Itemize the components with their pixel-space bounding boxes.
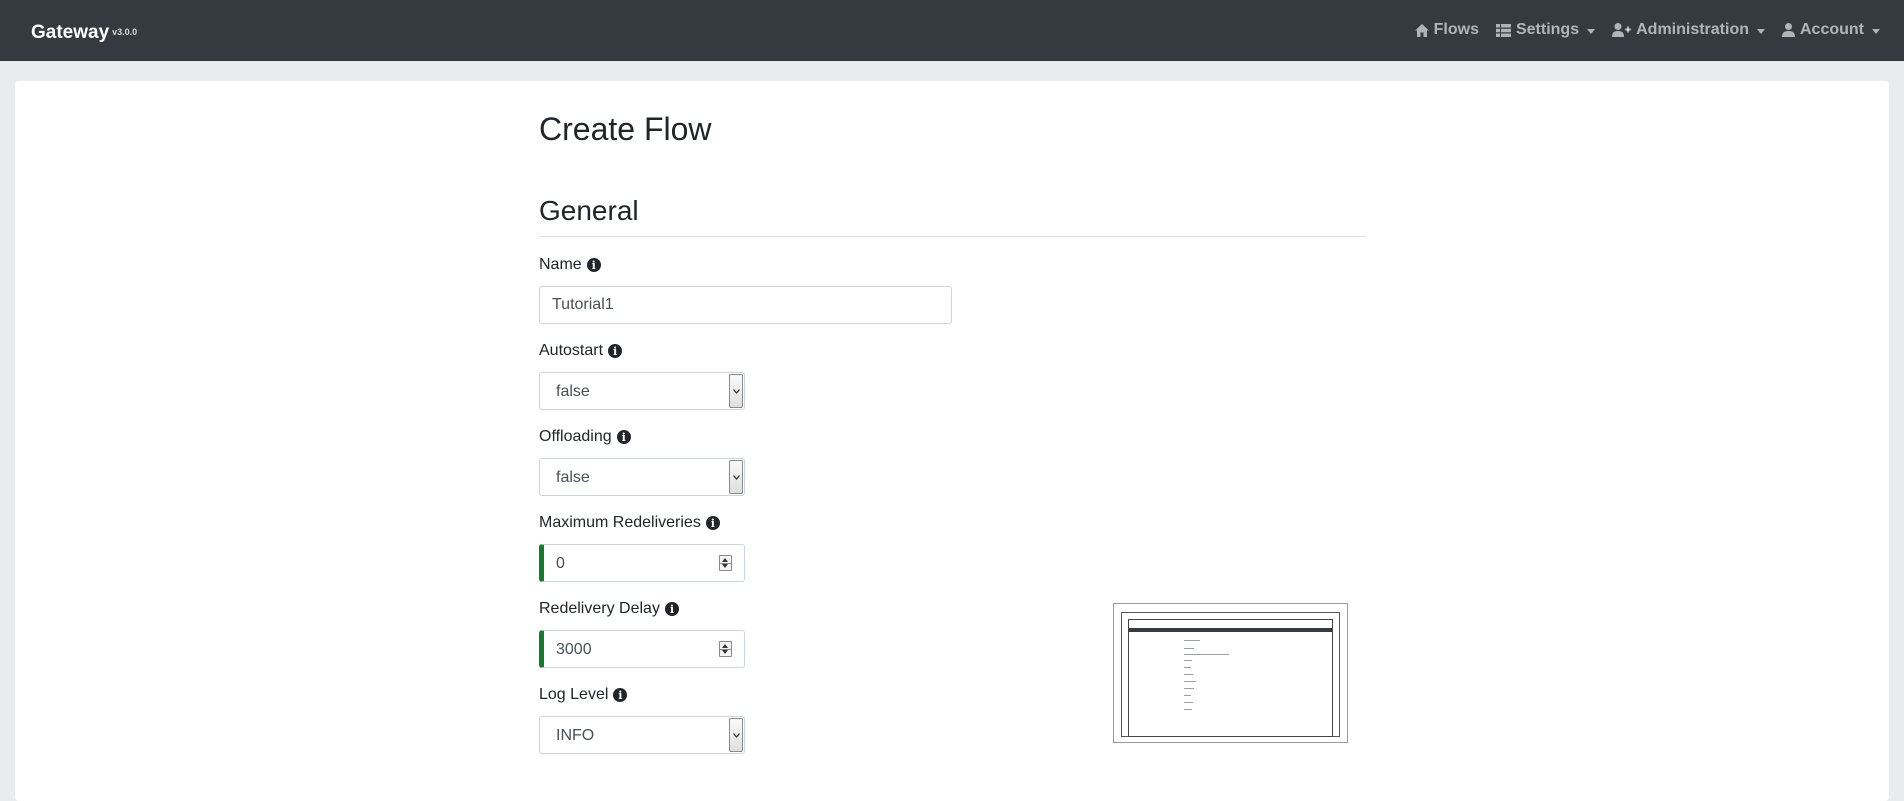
number-spinner[interactable] — [719, 555, 732, 571]
name-label-text: Name — [539, 256, 582, 273]
user-icon — [1782, 23, 1795, 37]
chevron-down-icon[interactable] — [729, 460, 743, 494]
page-title: Create Flow — [539, 111, 712, 147]
redelivery-delay-value: 3000 — [556, 641, 592, 658]
screenshot-thumbnail[interactable] — [1113, 603, 1348, 743]
max-redeliveries-value: 0 — [556, 555, 565, 572]
section-title: General — [539, 195, 639, 226]
redelivery-delay-input[interactable]: 3000 — [539, 630, 745, 668]
chevron-down-icon — [1757, 28, 1765, 34]
brand-name[interactable]: Gateway — [31, 22, 109, 43]
decrement-arrow-icon[interactable] — [722, 650, 728, 654]
increment-arrow-icon[interactable] — [722, 558, 728, 562]
autostart-select[interactable]: false — [539, 372, 745, 410]
nav-administration-label: Administration — [1636, 21, 1749, 38]
chevron-down-icon — [1872, 28, 1880, 34]
increment-arrow-icon[interactable] — [722, 644, 728, 648]
info-circle-icon[interactable]: i — [608, 344, 623, 358]
log-level-label-text: Log Level — [539, 686, 609, 703]
redelivery-delay-label-text: Redelivery Delay — [539, 600, 660, 617]
offloading-label: Offloading i — [539, 428, 631, 446]
log-level-select[interactable]: INFO — [539, 716, 745, 754]
table-list-icon — [1495, 23, 1511, 37]
info-circle-icon[interactable]: i — [613, 688, 628, 702]
info-circle-icon[interactable]: i — [664, 602, 679, 616]
nav-settings-label: Settings — [1515, 21, 1580, 38]
thumbnail-image — [1128, 619, 1333, 737]
nav-account[interactable]: Account — [1782, 21, 1880, 39]
redelivery-delay-label: Redelivery Delay i — [539, 600, 679, 618]
autostart-label: Autostart i — [539, 342, 623, 360]
autostart-value: false — [556, 383, 590, 400]
offloading-select[interactable]: false — [539, 458, 745, 496]
section-divider — [539, 236, 1366, 237]
brand[interactable]: Gateway v3.0.0 — [31, 22, 137, 44]
log-level-label: Log Level i — [539, 686, 628, 704]
home-icon — [1414, 23, 1429, 37]
offloading-label-text: Offloading — [539, 428, 612, 445]
thumbnail-frame — [1121, 612, 1340, 737]
max-redeliveries-input[interactable]: 0 — [539, 544, 745, 582]
name-label: Name i — [539, 256, 601, 274]
nav-flows[interactable]: Flows — [1414, 21, 1479, 39]
max-redeliveries-label-text: Maximum Redeliveries — [539, 514, 701, 531]
info-circle-icon[interactable]: i — [705, 516, 720, 530]
user-plus-icon — [1612, 23, 1632, 37]
autostart-label-text: Autostart — [539, 342, 604, 359]
nav-account-label: Account — [1800, 21, 1864, 38]
info-circle-icon[interactable]: i — [616, 430, 631, 444]
log-level-value: INFO — [556, 727, 595, 744]
number-spinner[interactable] — [719, 641, 732, 657]
nav-menu: Flows Settings Administration Account — [1414, 21, 1880, 39]
decrement-arrow-icon[interactable] — [722, 564, 728, 568]
nav-settings[interactable]: Settings — [1495, 21, 1596, 39]
nav-flows-label: Flows — [1433, 21, 1479, 38]
max-redeliveries-label: Maximum Redeliveries i — [539, 514, 720, 532]
main-card: Create Flow General Name i Autostart i f… — [15, 81, 1889, 801]
version-label: v3.0.0 — [112, 27, 138, 37]
top-navbar: Gateway v3.0.0 Flows Settings Administra… — [0, 0, 1904, 61]
chevron-down-icon[interactable] — [729, 374, 743, 408]
chevron-down-icon[interactable] — [729, 718, 743, 752]
name-input[interactable] — [539, 286, 952, 324]
chevron-down-icon — [1587, 28, 1596, 34]
nav-administration[interactable]: Administration — [1612, 21, 1765, 39]
offloading-value: false — [556, 469, 590, 486]
info-circle-icon[interactable]: i — [586, 258, 601, 272]
